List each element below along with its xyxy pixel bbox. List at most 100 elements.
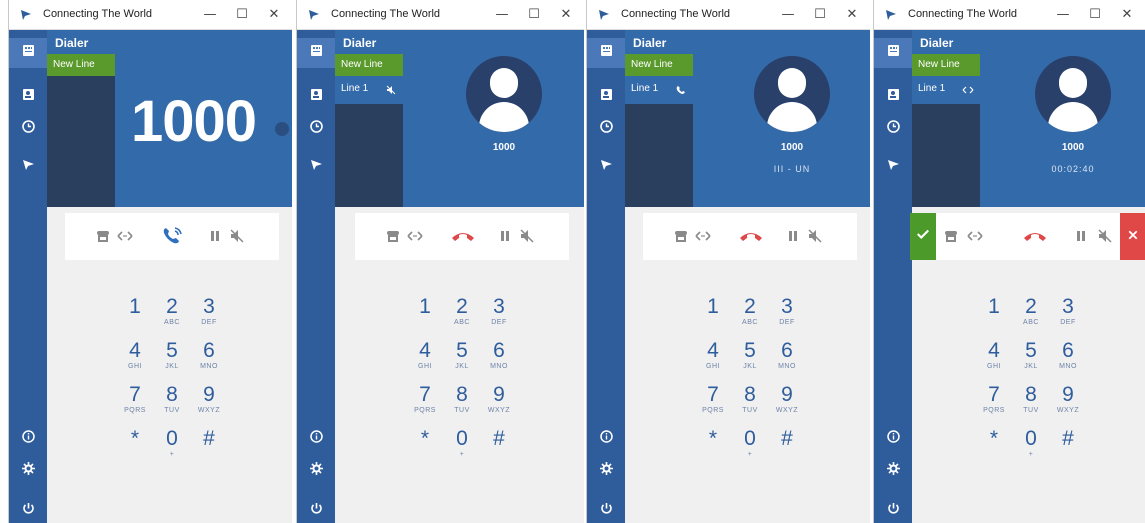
dialpad-key-5[interactable]: 5 JKL	[444, 340, 480, 382]
sidebar-contacts-button[interactable]	[587, 82, 625, 112]
new-line-button[interactable]: New Line	[335, 54, 403, 76]
new-line-button[interactable]: New Line	[47, 54, 115, 76]
title-bar[interactable]: Connecting The World — ☐ ✕	[874, 0, 1145, 30]
sidebar-dialer-button[interactable]	[874, 38, 912, 68]
dialpad-phone-button[interactable]	[384, 227, 402, 245]
new-line-button[interactable]: New Line	[625, 54, 693, 76]
dialpad-key-7[interactable]: 7 PQRS	[695, 384, 731, 426]
sidebar-info-button[interactable]	[297, 424, 335, 454]
transfer-button[interactable]	[116, 227, 134, 245]
sidebar-settings-button[interactable]	[874, 456, 912, 486]
line-1-item[interactable]: Line 1	[912, 78, 980, 100]
dialpad-phone-button[interactable]	[672, 227, 690, 245]
sidebar-power-button[interactable]	[297, 496, 335, 523]
title-bar[interactable]: Connecting The World — ☐ ✕	[297, 0, 584, 30]
title-bar[interactable]: Connecting The World — ☐ ✕	[587, 0, 870, 30]
transfer-button[interactable]	[406, 227, 424, 245]
dialpad-key-5[interactable]: 5 JKL	[732, 340, 768, 382]
dialpad-key-star[interactable]: *	[117, 428, 153, 470]
close-window-button[interactable]: ✕	[263, 5, 285, 25]
dialpad-key-1[interactable]: 1	[976, 296, 1012, 338]
dialpad-phone-button[interactable]	[94, 227, 112, 245]
dialpad-key-7[interactable]: 7 PQRS	[407, 384, 443, 426]
close-window-button[interactable]: ✕	[841, 5, 863, 25]
maximize-button[interactable]: ☐	[1084, 5, 1106, 25]
sidebar-power-button[interactable]	[587, 496, 625, 523]
dialpad-key-9[interactable]: 9 WXYZ	[191, 384, 227, 426]
sidebar-brand-button[interactable]	[874, 152, 912, 182]
dialpad-key-star[interactable]: *	[695, 428, 731, 470]
sidebar-settings-button[interactable]	[297, 456, 335, 486]
sidebar-power-button[interactable]	[874, 496, 912, 523]
sidebar-dialer-button[interactable]	[587, 38, 625, 68]
sidebar-contacts-button[interactable]	[297, 82, 335, 112]
dialpad-key-4[interactable]: 4 GHI	[976, 340, 1012, 382]
sidebar-dialer-button[interactable]	[297, 38, 335, 68]
dialpad-key-7[interactable]: 7 PQRS	[117, 384, 153, 426]
sidebar-brand-button[interactable]	[297, 152, 335, 182]
sidebar-info-button[interactable]	[874, 424, 912, 454]
dialpad-key-1[interactable]: 1	[407, 296, 443, 338]
dialpad-key-5[interactable]: 5 JKL	[1013, 340, 1049, 382]
dialpad-key-8[interactable]: 8 TUV	[154, 384, 190, 426]
backspace-button[interactable]	[275, 122, 289, 136]
title-bar[interactable]: Connecting The World — ☐ ✕	[9, 0, 292, 30]
accept-call-button[interactable]	[910, 213, 936, 260]
sidebar-brand-button[interactable]	[9, 152, 47, 182]
dialpad-key-6[interactable]: 6 MNO	[769, 340, 805, 382]
dialpad-key-0[interactable]: 0 +	[154, 428, 190, 470]
dialpad-key-2[interactable]: 2 ABC	[1013, 296, 1049, 338]
minimize-button[interactable]: —	[1052, 5, 1074, 25]
sidebar-info-button[interactable]	[587, 424, 625, 454]
call-button[interactable]	[160, 225, 186, 247]
mute-button[interactable]	[228, 227, 246, 245]
reject-call-button[interactable]	[1120, 213, 1145, 260]
end-call-button[interactable]	[1022, 225, 1048, 247]
dialpad-key-2[interactable]: 2 ABC	[732, 296, 768, 338]
sidebar-history-button[interactable]	[297, 114, 335, 144]
close-window-button[interactable]: ✕	[1116, 5, 1138, 25]
dialpad-key-9[interactable]: 9 WXYZ	[769, 384, 805, 426]
close-window-button[interactable]: ✕	[555, 5, 577, 25]
mute-button[interactable]	[806, 227, 824, 245]
minimize-button[interactable]: —	[199, 5, 221, 25]
dialpad-key-0[interactable]: 0 +	[1013, 428, 1049, 470]
dialpad-key-9[interactable]: 9 WXYZ	[1050, 384, 1086, 426]
line-1-item[interactable]: Line 1	[335, 78, 403, 100]
dialpad-phone-button[interactable]	[942, 227, 960, 245]
mute-button[interactable]	[518, 227, 536, 245]
dialpad-key-4[interactable]: 4 GHI	[117, 340, 153, 382]
sidebar-contacts-button[interactable]	[9, 82, 47, 112]
dialpad-key-0[interactable]: 0 +	[444, 428, 480, 470]
dialpad-key-star[interactable]: *	[976, 428, 1012, 470]
dialpad-key-star[interactable]: *	[407, 428, 443, 470]
maximize-button[interactable]: ☐	[231, 5, 253, 25]
dialpad-key-0[interactable]: 0 +	[732, 428, 768, 470]
dialpad-key-3[interactable]: 3 DEF	[481, 296, 517, 338]
maximize-button[interactable]: ☐	[523, 5, 545, 25]
hold-button[interactable]	[1072, 227, 1090, 245]
dialpad-key-4[interactable]: 4 GHI	[695, 340, 731, 382]
hold-button[interactable]	[496, 227, 514, 245]
dialpad-key-2[interactable]: 2 ABC	[154, 296, 190, 338]
dialpad-key-1[interactable]: 1	[117, 296, 153, 338]
end-call-button[interactable]	[450, 225, 476, 247]
dialpad-key-hash[interactable]: #	[769, 428, 805, 470]
dialpad-key-4[interactable]: 4 GHI	[407, 340, 443, 382]
dialpad-key-3[interactable]: 3 DEF	[191, 296, 227, 338]
dialpad-key-9[interactable]: 9 WXYZ	[481, 384, 517, 426]
dialpad-key-7[interactable]: 7 PQRS	[976, 384, 1012, 426]
dialpad-key-2[interactable]: 2 ABC	[444, 296, 480, 338]
dialpad-key-hash[interactable]: #	[191, 428, 227, 470]
dialpad-key-hash[interactable]: #	[481, 428, 517, 470]
sidebar-dialer-button[interactable]	[9, 38, 47, 68]
mute-button[interactable]	[1096, 227, 1114, 245]
sidebar-history-button[interactable]	[587, 114, 625, 144]
sidebar-contacts-button[interactable]	[874, 82, 912, 112]
sidebar-history-button[interactable]	[9, 114, 47, 144]
line-1-item[interactable]: Line 1	[625, 78, 693, 100]
dialpad-key-5[interactable]: 5 JKL	[154, 340, 190, 382]
dialpad-key-3[interactable]: 3 DEF	[1050, 296, 1086, 338]
maximize-button[interactable]: ☐	[809, 5, 831, 25]
sidebar-history-button[interactable]	[874, 114, 912, 144]
